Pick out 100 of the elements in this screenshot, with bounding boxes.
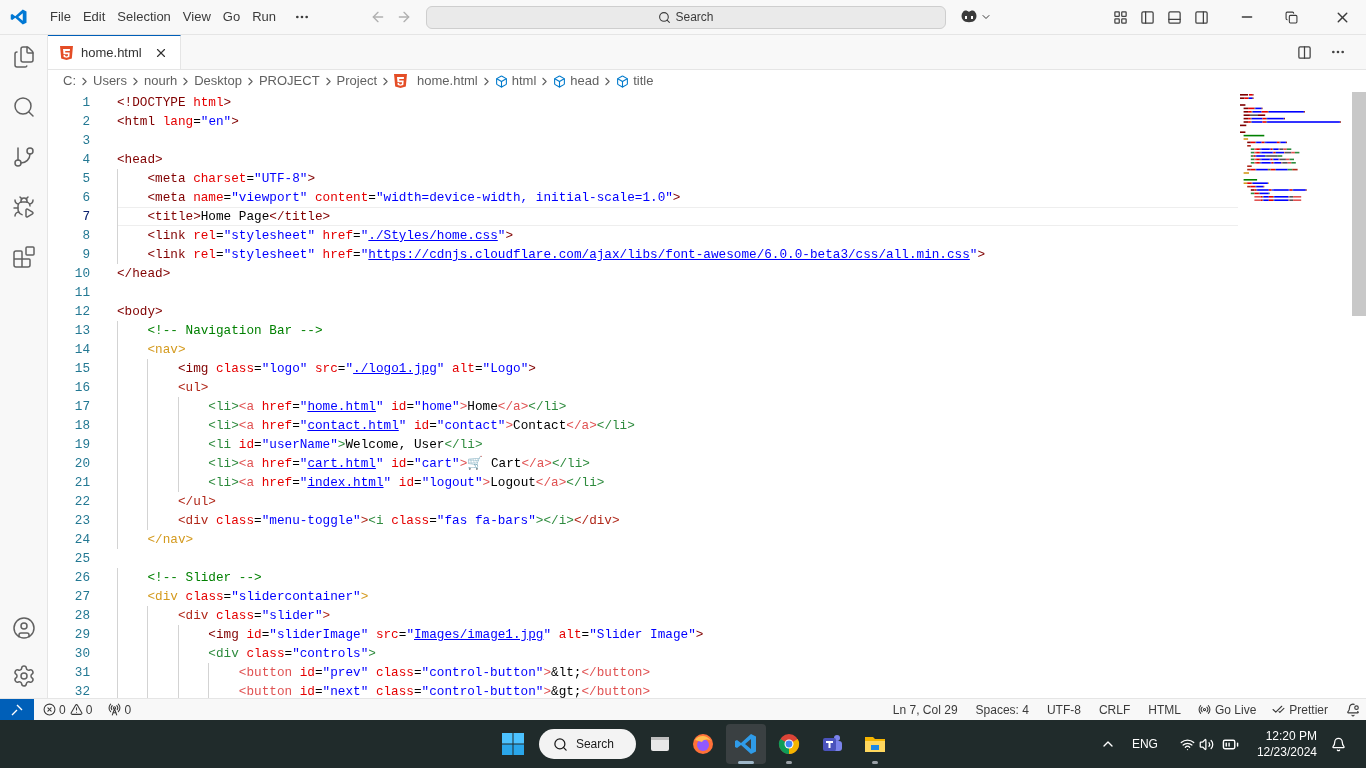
code-line: <div class="slidercontainer">: [147, 588, 369, 606]
status-item[interactable]: CRLF: [1089, 700, 1140, 719]
notification-icon[interactable]: [1346, 702, 1360, 717]
clock-time[interactable]: 12:20 PM: [1265, 728, 1317, 744]
code-line: <button id="next" class="control-button">&gt;</button>: [238, 683, 651, 698]
clock-date[interactable]: 12/23/2024: [1256, 744, 1317, 760]
line-number: 21: [73, 474, 90, 492]
breadcrumb-item[interactable]: PROJECT: [258, 71, 320, 91]
line-number: 4: [81, 151, 90, 169]
search-icon: [552, 736, 568, 752]
warning-icon[interactable]: [69, 703, 83, 716]
broadcast-icon: [1197, 703, 1211, 716]
html5-icon: [60, 45, 73, 60]
code-line: <link rel="stylesheet" href="./Styles/home.css">: [147, 227, 513, 245]
code-line: <img class="logo" src="./logo1.jpg" alt="Logo">: [177, 360, 536, 378]
code-line: <!-- Slider -->: [147, 569, 262, 587]
symbol-icon: [616, 74, 630, 88]
line-number: 12: [73, 303, 90, 321]
vscode-taskbar-icon[interactable]: [725, 724, 766, 764]
breadcrumb-item[interactable]: C:: [63, 71, 76, 91]
line-number: 24: [73, 531, 90, 549]
explorer-icon[interactable]: [11, 45, 36, 69]
code-line: <li><a href="home.html" id="home">Home</a></li>: [208, 398, 567, 416]
breadcrumb-item[interactable]: title: [616, 71, 654, 91]
ports-count: 0: [124, 701, 132, 719]
line-number: 13: [73, 322, 90, 340]
go-live-button[interactable]: Go Live: [1189, 700, 1265, 719]
warning-count: 0: [85, 701, 93, 719]
breadcrumb-item[interactable]: Users: [93, 71, 127, 91]
line-number: 5: [81, 170, 90, 188]
editor-tab[interactable]: home.html: [48, 35, 181, 69]
code-line: <button id="prev" class="control-button">&lt;</button>: [238, 664, 651, 682]
code-line: </head>: [117, 265, 171, 283]
settings-icon[interactable]: [11, 664, 36, 688]
line-number: 30: [73, 645, 90, 663]
account-icon[interactable]: [11, 616, 36, 640]
breadcrumb-item[interactable]: Project: [336, 71, 378, 91]
menu-item[interactable]: File: [44, 3, 77, 31]
menu-item[interactable]: Edit: [76, 3, 112, 31]
menu-item[interactable]: View: [176, 3, 217, 31]
prettier-button[interactable]: Prettier: [1264, 700, 1336, 719]
layout-icon[interactable]: [1113, 9, 1128, 25]
extensions-icon[interactable]: [11, 245, 36, 269]
line-number: 15: [73, 360, 90, 378]
status-item[interactable]: HTML: [1139, 700, 1190, 719]
status-item[interactable]: UTF-8: [1037, 700, 1090, 719]
volume-icon[interactable]: [1198, 736, 1214, 752]
status-item[interactable]: Ln 7, Col 29: [883, 700, 967, 719]
line-number: 28: [73, 607, 90, 625]
taskbar-search[interactable]: Search: [538, 729, 636, 759]
panel-left-icon[interactable]: [1140, 9, 1155, 25]
start-icon[interactable]: [500, 732, 525, 756]
restore-icon[interactable]: [1285, 10, 1298, 24]
code-line: <meta charset="UTF-8">: [147, 170, 315, 188]
copilot-icon[interactable]: [960, 9, 978, 25]
language-indicator[interactable]: ENG: [1131, 735, 1158, 753]
run-debug-icon[interactable]: [11, 195, 36, 219]
code-line: <!DOCTYPE html>: [117, 94, 232, 112]
line-number: 8: [81, 227, 90, 245]
code-line: <li id="userName">Welcome, User</li>: [208, 436, 483, 454]
line-number: 32: [73, 683, 90, 698]
symbol-icon: [494, 74, 508, 88]
line-number: 26: [73, 569, 90, 587]
code-line: <div class="menu-toggle"><i class="fas fa-bars"></i></div>: [177, 512, 620, 530]
search-field[interactable]: Search: [426, 5, 946, 29]
line-number: 6: [81, 189, 90, 207]
menu-item[interactable]: Selection: [111, 3, 177, 31]
error-icon[interactable]: [43, 703, 56, 716]
breadcrumb-item[interactable]: Desktop: [194, 71, 242, 91]
panel-right-icon[interactable]: [1194, 9, 1209, 25]
line-number: 17: [73, 398, 90, 416]
line-number: 9: [81, 246, 90, 264]
menu-item[interactable]: Go: [216, 3, 247, 31]
line-number: 2: [81, 113, 90, 131]
menu-item[interactable]: Run: [246, 3, 282, 31]
remote-button[interactable]: [0, 699, 34, 720]
line-number: 1: [81, 94, 90, 112]
symbol-icon: [553, 74, 567, 88]
line-number: 22: [73, 493, 90, 511]
split-editor-icon[interactable]: [1297, 44, 1312, 60]
line-number: 23: [73, 512, 90, 530]
status-item[interactable]: Spaces: 4: [966, 700, 1038, 719]
line-number: 27: [73, 588, 90, 606]
breadcrumb-item[interactable]: head: [553, 71, 600, 91]
branch-icon[interactable]: [11, 145, 36, 169]
wifi-icon[interactable]: [1179, 736, 1195, 752]
panel-bottom-icon[interactable]: [1167, 9, 1182, 25]
search-icon[interactable]: [11, 95, 36, 119]
code-line: </nav>: [147, 531, 194, 549]
antenna-icon[interactable]: [108, 703, 122, 716]
code-line: <link rel="stylesheet" href="https://cdnjs.cloudflare.com/ajax/libs/font-awesome/6.0.0-beta3/css/all.min.css">: [147, 246, 986, 264]
line-number: 14: [73, 341, 90, 359]
line-number: 31: [73, 664, 90, 682]
breadcrumb-item[interactable]: html: [494, 71, 537, 91]
code-line: <head>: [117, 151, 163, 169]
breadcrumb-item[interactable]: nourh: [143, 71, 178, 91]
breadcrumb-item[interactable]: home.html: [394, 71, 478, 91]
code-line: <li><a href="cart.html" id="cart">🛒 Cart</a></li>: [208, 455, 590, 473]
notification-icon[interactable]: [1331, 736, 1346, 752]
line-number: 16: [73, 379, 90, 397]
